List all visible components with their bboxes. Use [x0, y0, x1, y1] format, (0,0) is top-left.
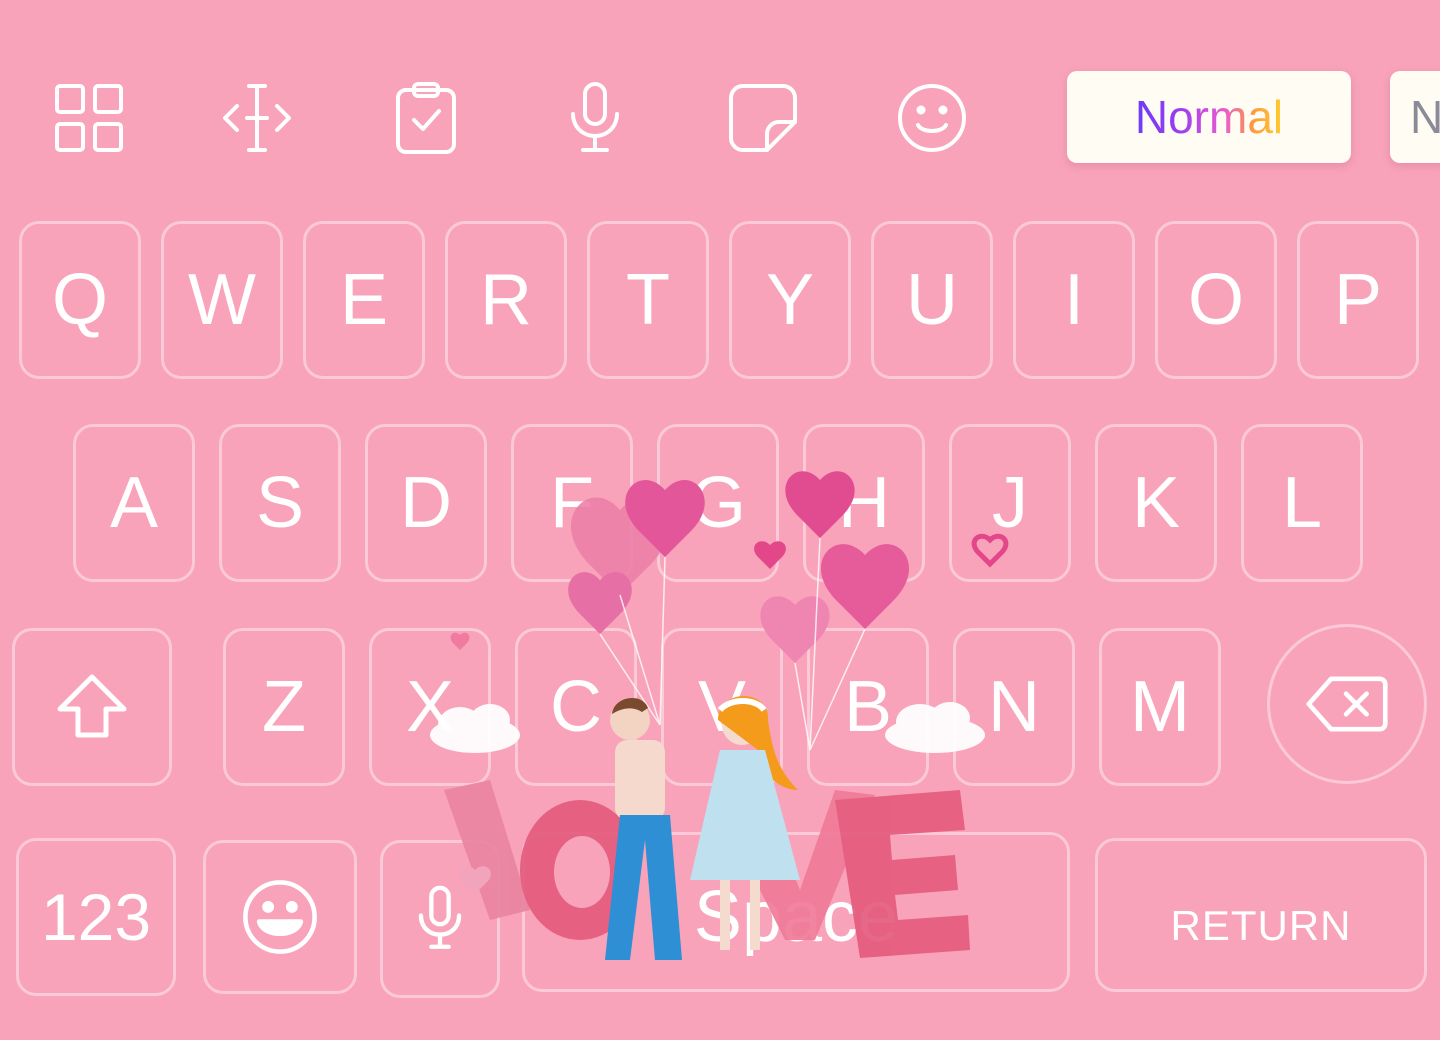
- numbers-key[interactable]: 123: [16, 838, 176, 996]
- key-a[interactable]: A: [73, 424, 195, 582]
- key-j[interactable]: J: [949, 424, 1071, 582]
- key-c[interactable]: C: [515, 628, 637, 786]
- key-y[interactable]: Y: [729, 221, 851, 379]
- font-style-chip-normal[interactable]: Normal: [1067, 71, 1351, 163]
- shift-key[interactable]: [12, 628, 172, 786]
- key-d[interactable]: D: [365, 424, 487, 582]
- space-key[interactable]: Space: [522, 832, 1070, 992]
- key-l[interactable]: L: [1241, 424, 1363, 582]
- key-m[interactable]: M: [1099, 628, 1221, 786]
- key-k[interactable]: K: [1095, 424, 1217, 582]
- microphone-icon[interactable]: [555, 78, 635, 158]
- key-v[interactable]: V: [661, 628, 783, 786]
- backspace-icon: [1306, 676, 1388, 732]
- smiley-icon[interactable]: [892, 78, 972, 158]
- microphone-icon: [418, 885, 462, 949]
- emoji-icon: [243, 880, 317, 954]
- backspace-key[interactable]: [1267, 624, 1427, 784]
- emoji-key[interactable]: [203, 840, 357, 994]
- clipboard-icon[interactable]: [386, 78, 466, 158]
- key-s[interactable]: S: [219, 424, 341, 582]
- text-cursor-icon[interactable]: [217, 78, 297, 158]
- return-key[interactable]: RETURN: [1095, 838, 1427, 992]
- key-f[interactable]: F: [511, 424, 633, 582]
- font-style-chip-next[interactable]: N: [1390, 71, 1440, 163]
- voice-input-key[interactable]: [380, 840, 500, 998]
- key-b[interactable]: B: [807, 628, 929, 786]
- keyboard-toolbar: Normal N: [0, 60, 1440, 170]
- key-o[interactable]: O: [1155, 221, 1277, 379]
- key-z[interactable]: Z: [223, 628, 345, 786]
- key-q[interactable]: Q: [19, 221, 141, 379]
- key-n[interactable]: N: [953, 628, 1075, 786]
- key-g[interactable]: G: [657, 424, 779, 582]
- sticker-icon[interactable]: [723, 78, 803, 158]
- key-r[interactable]: R: [445, 221, 567, 379]
- key-x[interactable]: X: [369, 628, 491, 786]
- key-h[interactable]: H: [803, 424, 925, 582]
- key-i[interactable]: I: [1013, 221, 1135, 379]
- shift-icon: [57, 674, 127, 738]
- key-t[interactable]: T: [587, 221, 709, 379]
- key-p[interactable]: P: [1297, 221, 1419, 379]
- key-e[interactable]: E: [303, 221, 425, 379]
- key-w[interactable]: W: [161, 221, 283, 379]
- apps-grid-icon[interactable]: [49, 78, 129, 158]
- key-u[interactable]: U: [871, 221, 993, 379]
